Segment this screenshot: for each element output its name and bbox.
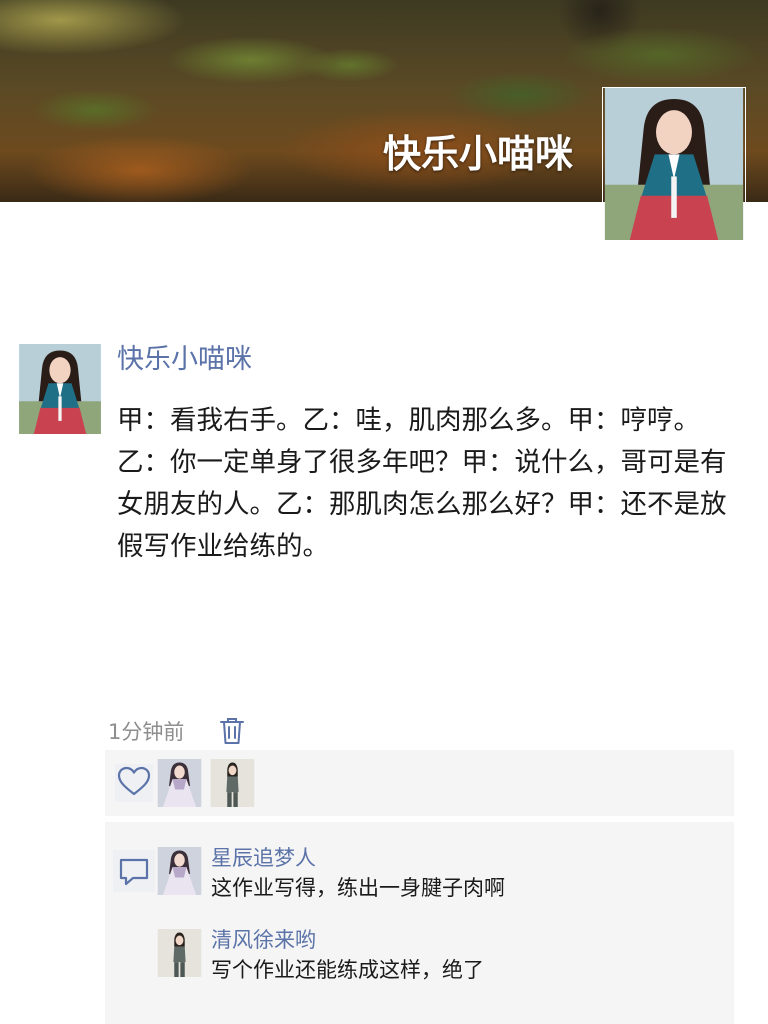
heart-icon[interactable] (115, 762, 153, 804)
post-text: 甲：看我右手。乙：哇，肌肉那么多。甲：哼哼。乙：你一定单身了很多年吧？甲：说什么… (117, 405, 727, 562)
post-author-avatar[interactable] (19, 344, 101, 434)
comments-panel: 星辰追梦人 这作业写得，练出一身腱子肉啊 清风徐来哟 写个作业还能练成这样，绝了 (105, 822, 734, 1024)
comment-author-name[interactable]: 清风徐来哟 (211, 925, 316, 955)
comment-text: 这作业写得，练出一身腱子肉啊 (211, 876, 505, 900)
cover-title: 快乐小喵咪 (383, 132, 574, 176)
comment-author-avatar[interactable] (157, 929, 202, 977)
like-avatar[interactable] (210, 759, 255, 807)
like-avatar[interactable] (157, 759, 202, 807)
hanbok-girl-portrait-image (19, 344, 101, 434)
grey-outfit-girl-portrait-image (157, 929, 202, 977)
hanbok-girl-portrait-image (603, 88, 745, 240)
trash-icon[interactable] (219, 716, 245, 746)
post-author-name[interactable]: 快乐小喵咪 (117, 342, 252, 378)
likes-panel (105, 750, 734, 816)
cover-avatar[interactable] (602, 87, 746, 241)
white-dress-girl-portrait-image (157, 847, 202, 895)
comment-author-avatar[interactable] (157, 847, 202, 895)
comment-author-name[interactable]: 星辰追梦人 (211, 843, 316, 873)
white-dress-girl-portrait-image (157, 759, 202, 807)
post-timestamp: 1分钟前 (108, 720, 185, 744)
grey-outfit-girl-portrait-image (210, 759, 255, 807)
comment-text: 写个作业还能练成这样，绝了 (211, 958, 484, 982)
comment-bubble-icon[interactable] (113, 850, 155, 892)
